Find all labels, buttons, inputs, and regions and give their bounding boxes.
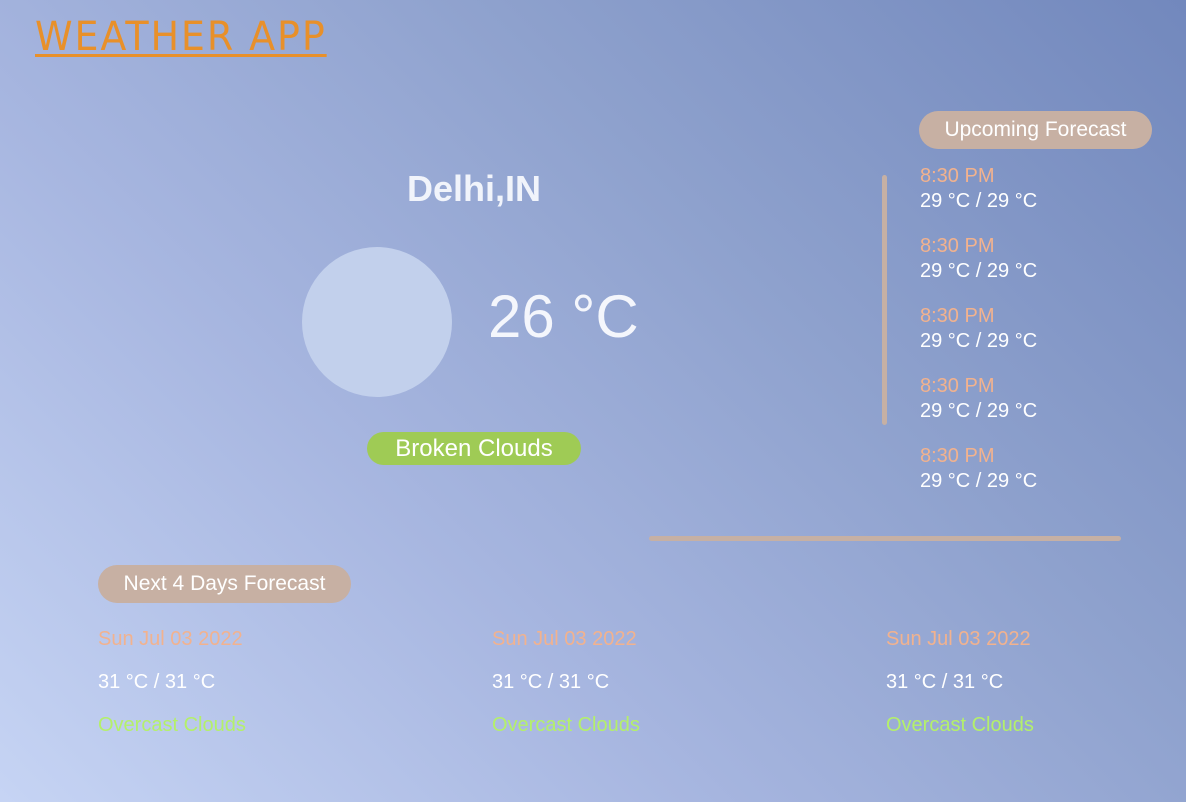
horizontal-divider [649, 536, 1121, 541]
list-item: 8:30 PM 29 °C / 29 °C [920, 375, 1037, 445]
forecast-description: Overcast Clouds [492, 714, 640, 736]
list-item: 8:30 PM 29 °C / 29 °C [920, 165, 1037, 235]
forecast-time: 8:30 PM [920, 165, 995, 187]
forecast-time: 8:30 PM [920, 235, 995, 257]
forecast-temperature-range: 29 °C / 29 °C [920, 400, 1038, 422]
upcoming-forecast-list: 8:30 PM 29 °C / 29 °C 8:30 PM 29 °C / 29… [920, 165, 1037, 515]
forecast-temperature-range: 29 °C / 29 °C [920, 330, 1038, 352]
forecast-date: Sun Jul 03 2022 [886, 628, 1031, 650]
next-days-forecast-title: Next 4 Days Forecast [98, 565, 351, 603]
day-forecast-card: Sun Jul 03 2022 31 °C / 31 °C Overcast C… [886, 628, 1034, 737]
forecast-temperature-range: 31 °C / 31 °C [492, 671, 610, 693]
list-item: 8:30 PM 29 °C / 29 °C [920, 235, 1037, 305]
list-item: 8:30 PM 29 °C / 29 °C [920, 445, 1037, 515]
list-item: 8:30 PM 29 °C / 29 °C [920, 305, 1037, 375]
forecast-temperature-range: 29 °C / 29 °C [920, 190, 1038, 212]
weather-icon [302, 247, 452, 397]
forecast-description: Overcast Clouds [98, 714, 246, 736]
app-title: WEATHER APP [35, 14, 327, 60]
forecast-time: 8:30 PM [920, 375, 995, 397]
forecast-time: 8:30 PM [920, 305, 995, 327]
forecast-date: Sun Jul 03 2022 [98, 628, 243, 650]
forecast-date: Sun Jul 03 2022 [492, 628, 637, 650]
upcoming-forecast-title: Upcoming Forecast [919, 111, 1152, 149]
city-name: Delhi,IN [406, 168, 541, 209]
current-temperature: 26 °C [488, 283, 639, 350]
forecast-temperature-range: 31 °C / 31 °C [886, 671, 1004, 693]
day-forecast-card: Sun Jul 03 2022 31 °C / 31 °C Overcast C… [98, 628, 246, 737]
vertical-divider [882, 175, 887, 425]
weather-description-badge: Broken Clouds [367, 432, 581, 465]
forecast-temperature-range: 29 °C / 29 °C [920, 260, 1038, 282]
forecast-time: 8:30 PM [920, 445, 995, 467]
forecast-temperature-range: 29 °C / 29 °C [920, 470, 1038, 492]
forecast-temperature-range: 31 °C / 31 °C [98, 671, 216, 693]
day-forecast-card: Sun Jul 03 2022 31 °C / 31 °C Overcast C… [492, 628, 640, 737]
forecast-description: Overcast Clouds [886, 714, 1034, 736]
